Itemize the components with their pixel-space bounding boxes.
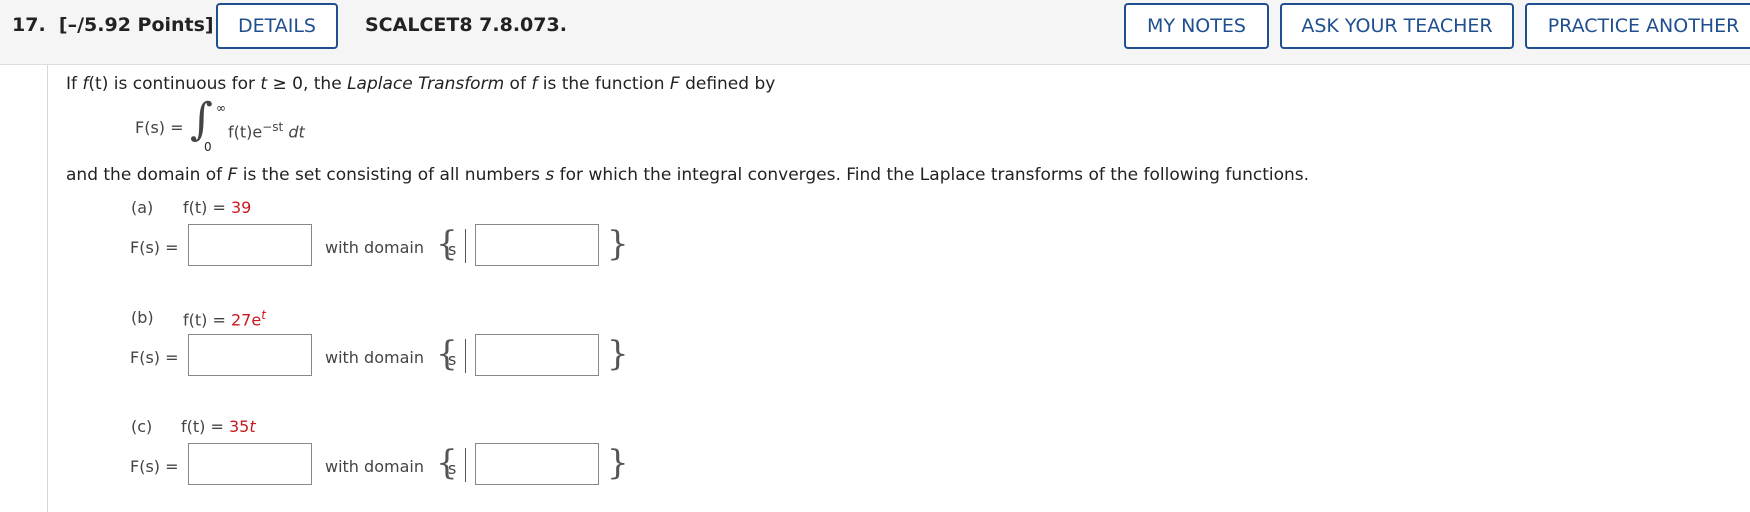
part-b-close-brace: } xyxy=(607,334,629,374)
part-c-label: (c) xyxy=(131,417,153,436)
part-b-exponent: t xyxy=(261,308,266,322)
part-a-set-var: s xyxy=(448,240,457,259)
part-b-function: f(t) = 27et xyxy=(183,308,266,329)
my-notes-button[interactable]: MY NOTES xyxy=(1124,3,1269,49)
part-c-set-bar xyxy=(465,448,466,482)
part-b-domain-input[interactable] xyxy=(475,334,599,376)
question-title: 17. [–/5.92 Points] xyxy=(12,14,214,36)
intro-part: If xyxy=(66,74,83,94)
integrand-dt: dt xyxy=(283,122,305,142)
part-b-answer-label: F(s) = xyxy=(130,348,179,367)
part-c-with-domain: with domain xyxy=(325,457,424,476)
part-a-close-brace: } xyxy=(607,224,629,264)
part-c-answer-input[interactable] xyxy=(188,443,312,485)
part-c-given-value: 35 xyxy=(228,417,250,436)
laplace-transform-term: Laplace Transform xyxy=(347,74,505,94)
part-c-lhs: f(t) = xyxy=(181,417,224,436)
domain-s: s xyxy=(545,165,555,185)
part-b-given-value: 27e xyxy=(230,310,262,330)
definition-lhs: F(s) = xyxy=(135,118,184,137)
intro-text: If f(t) is continuous for t ≥ 0, the Lap… xyxy=(66,74,775,94)
part-a-set-bar xyxy=(465,229,466,263)
integral-upper-limit: ∞ xyxy=(216,101,226,115)
part-c-function: f(t) = 35t xyxy=(181,417,256,436)
intro-F: F xyxy=(669,74,680,94)
intro-part: of xyxy=(504,74,532,94)
part-c-answer-label: F(s) = xyxy=(130,457,179,476)
question-number: 17. xyxy=(12,14,46,36)
part-a-label: (a) xyxy=(131,198,154,217)
part-b-label: (b) xyxy=(131,308,154,327)
points-label: [–/5.92 Points] xyxy=(58,14,214,36)
part-c-domain-input[interactable] xyxy=(475,443,599,485)
ask-teacher-button[interactable]: ASK YOUR TEACHER xyxy=(1280,3,1514,49)
part-a-function: f(t) = 39 xyxy=(183,198,251,217)
part-a-domain-input[interactable] xyxy=(475,224,599,266)
part-b-lhs: f(t) = xyxy=(183,310,226,330)
intro-part: is continuous for xyxy=(108,74,261,94)
intro-part: defined by xyxy=(679,74,776,94)
part-c-given-var: t xyxy=(249,417,256,436)
part-b-set-bar xyxy=(465,339,466,373)
intro-t: (t) xyxy=(88,74,109,94)
details-button[interactable]: DETAILS xyxy=(216,3,338,49)
part-b-with-domain: with domain xyxy=(325,348,424,367)
domain-F: F xyxy=(227,165,238,185)
question-header: 17. [–/5.92 Points] DETAILS SCALCET8 7.8… xyxy=(0,0,1750,65)
part-a-lhs: f(t) = xyxy=(183,198,226,217)
intro-part: is the function xyxy=(537,74,670,94)
domain-part: is the set consisting of all numbers xyxy=(237,165,546,185)
integral-lower-limit: 0 xyxy=(204,140,212,154)
domain-part: for which the integral converges. Find t… xyxy=(554,165,1310,185)
practice-another-button[interactable]: PRACTICE ANOTHER xyxy=(1525,3,1750,49)
part-a-answer-label: F(s) = xyxy=(130,238,179,257)
intro-part: ≥ 0, the xyxy=(267,74,348,94)
integrand: f(t)e−st dt xyxy=(228,120,305,141)
part-a-given-value: 39 xyxy=(230,198,252,217)
integrand-base: f(t)e xyxy=(228,122,263,142)
part-b-set-var: s xyxy=(448,350,457,369)
integrand-exponent: −st xyxy=(262,120,284,134)
part-b-answer-input[interactable] xyxy=(188,334,312,376)
domain-text: and the domain of F is the set consistin… xyxy=(66,165,1309,185)
problem-code: SCALCET8 7.8.073. xyxy=(365,14,567,36)
integral-sign: ∫ xyxy=(190,94,213,145)
question-body-border xyxy=(47,65,48,512)
domain-part: and the domain of xyxy=(66,165,228,185)
part-a-with-domain: with domain xyxy=(325,238,424,257)
part-c-close-brace: } xyxy=(607,443,629,483)
part-c-set-var: s xyxy=(448,459,457,478)
part-a-answer-input[interactable] xyxy=(188,224,312,266)
